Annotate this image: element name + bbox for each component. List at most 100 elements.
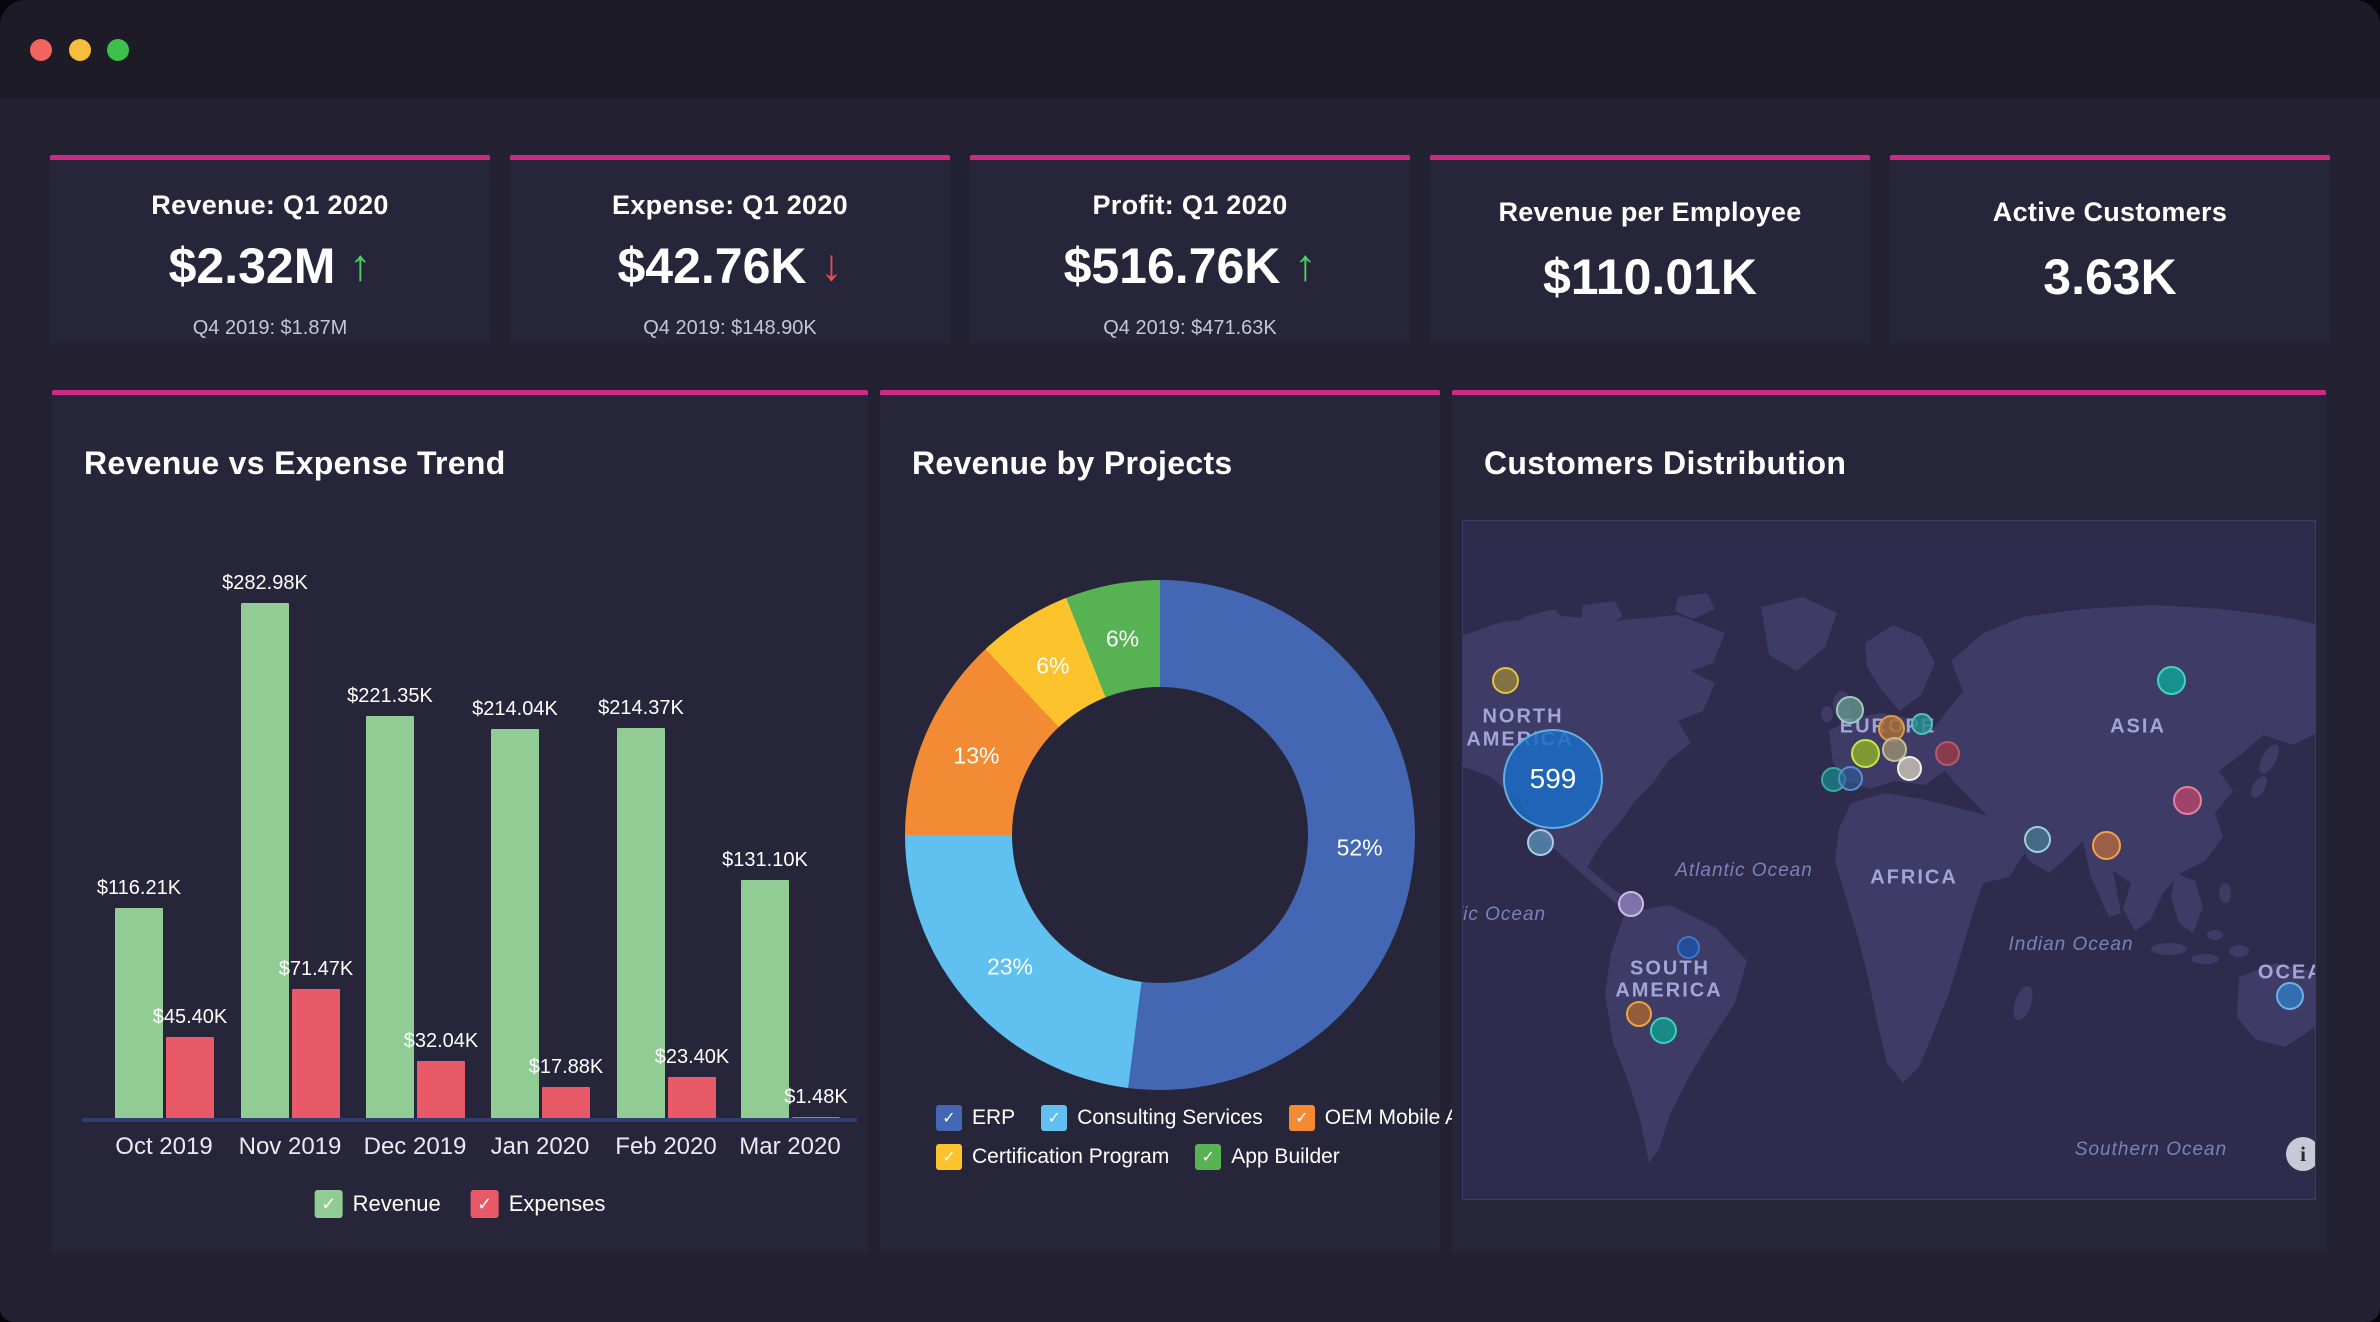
bar-value-label: $45.40K xyxy=(153,1006,228,1029)
bar-value-label: $17.88K xyxy=(529,1056,604,1079)
bar-expenses-2[interactable] xyxy=(417,1061,465,1120)
x-axis-label: Oct 2019 xyxy=(115,1133,212,1161)
customer-bubble-middle-east[interactable] xyxy=(2024,826,2051,853)
continent-label: OCEANIA xyxy=(2258,962,2316,985)
customer-bubble-balkans[interactable] xyxy=(1897,756,1922,781)
kpi-card-active-customers[interactable]: Active Customers 3.63K xyxy=(1890,155,2330,343)
trend-up-icon: ↑ xyxy=(1294,244,1316,288)
customer-bubble-argentina[interactable] xyxy=(1650,1017,1677,1044)
checkbox-icon: ✓ xyxy=(1195,1144,1221,1170)
kpi-subtitle: Q4 2019: $1.87M xyxy=(193,317,348,340)
bar-chart[interactable]: $116.21K $45.40K $282.98K $71.47K $221.35K $3… xyxy=(52,395,868,1120)
world-map[interactable]: NORTHAMERICAEUROPEASIAAFRICASOUTHAMERICA… xyxy=(1462,520,2316,1200)
bar-expenses-1[interactable] xyxy=(292,989,340,1120)
kpi-value: $2.32M xyxy=(169,237,336,295)
legend-label: App Builder xyxy=(1231,1145,1340,1169)
checkbox-icon: ✓ xyxy=(471,1190,499,1218)
trend-up-icon: ↑ xyxy=(349,244,371,288)
bar-value-label: $71.47K xyxy=(279,958,354,981)
close-icon[interactable] xyxy=(30,39,52,61)
bar-revenue-2[interactable] xyxy=(366,716,414,1120)
bar-value-label: $214.37K xyxy=(598,697,684,720)
customer-bubble-uk[interactable] xyxy=(1836,696,1864,724)
bar-value-label: $214.04K xyxy=(472,698,558,721)
donut-percent-label: 52% xyxy=(1337,834,1383,861)
kpi-card-profit[interactable]: Profit: Q1 2020 $516.76K ↑ Q4 2019: $471… xyxy=(970,155,1410,343)
continent-label: AMERICA xyxy=(1615,980,1722,1003)
legend-label: Expenses xyxy=(509,1191,606,1217)
legend-item-app-builder[interactable]: ✓ App Builder xyxy=(1195,1144,1340,1170)
customer-bubble-mexico[interactable] xyxy=(1527,829,1554,856)
world-map-landmasses xyxy=(1463,521,2316,1200)
bar-expenses-0[interactable] xyxy=(166,1037,214,1120)
customer-bubble-colombia[interactable] xyxy=(1618,891,1644,917)
bar-expenses-3[interactable] xyxy=(542,1087,590,1120)
info-icon[interactable]: i xyxy=(2286,1137,2316,1171)
customer-bubble-brazil[interactable] xyxy=(1677,936,1700,959)
checkbox-icon: ✓ xyxy=(315,1190,343,1218)
continent-label: SOUTH xyxy=(1630,958,1710,981)
legend-label: ERP xyxy=(972,1106,1015,1130)
legend-item-consulting-services[interactable]: ✓ Consulting Services xyxy=(1041,1105,1263,1131)
donut-percent-label: 6% xyxy=(1106,625,1139,652)
kpi-value: $516.76K xyxy=(1064,237,1281,295)
x-axis-label: Feb 2020 xyxy=(615,1133,716,1161)
donut-percent-label: 13% xyxy=(953,742,999,769)
customer-bubble-usa[interactable]: 599 xyxy=(1503,729,1603,829)
bar-value-label: $282.98K xyxy=(222,572,308,595)
kpi-row: Revenue: Q1 2020 $2.32M ↑ Q4 2019: $1.87… xyxy=(50,155,2330,343)
donut-percent-label: 23% xyxy=(987,954,1033,981)
x-axis-label: Mar 2020 xyxy=(739,1133,840,1161)
legend-item-revenue[interactable]: ✓ Revenue xyxy=(315,1190,441,1218)
customer-bubble-spain-e[interactable] xyxy=(1838,766,1863,791)
kpi-card-revenue-per-employee[interactable]: Revenue per Employee $110.01K xyxy=(1430,155,1870,343)
donut-legend: ✓ ERP ✓ Consulting Services ✓ OEM Mobile… xyxy=(936,1105,1493,1183)
legend-label: Consulting Services xyxy=(1077,1106,1263,1130)
x-axis-label: Nov 2019 xyxy=(239,1133,342,1161)
ocean-label: Indian Ocean xyxy=(2008,934,2133,956)
customer-bubble-russia[interactable] xyxy=(2157,666,2186,695)
bar-value-label: $23.40K xyxy=(655,1046,730,1069)
kpi-title: Revenue: Q1 2020 xyxy=(151,190,388,221)
checkbox-icon: ✓ xyxy=(1041,1105,1067,1131)
x-axis-label: Jan 2020 xyxy=(491,1133,590,1161)
kpi-card-expense[interactable]: Expense: Q1 2020 $42.76K ↓ Q4 2019: $148… xyxy=(510,155,950,343)
bar-value-label: $1.48K xyxy=(784,1086,847,1109)
panel-customers-distribution: Customers Distribution xyxy=(1452,390,2326,1252)
legend-item-erp[interactable]: ✓ ERP xyxy=(936,1105,1015,1131)
customer-bubble-india[interactable] xyxy=(2092,831,2121,860)
bar-value-label: $131.10K xyxy=(722,849,808,872)
customer-bubble-black-sea[interactable] xyxy=(1935,741,1960,766)
kpi-title: Revenue per Employee xyxy=(1498,197,1801,228)
bar-legend: ✓ Revenue ✓ Expenses xyxy=(315,1190,606,1218)
ocean-label: Pacific Ocean xyxy=(1462,904,1546,926)
bar-expenses-4[interactable] xyxy=(668,1077,716,1120)
customer-bubble-baltic[interactable] xyxy=(1911,713,1933,735)
legend-item-expenses[interactable]: ✓ Expenses xyxy=(471,1190,606,1218)
kpi-title: Profit: Q1 2020 xyxy=(1092,190,1287,221)
bar-value-label: $116.21K xyxy=(97,877,181,900)
legend-item-certification-program[interactable]: ✓ Certification Program xyxy=(936,1144,1169,1170)
maximize-icon[interactable] xyxy=(107,39,129,61)
kpi-title: Active Customers xyxy=(1993,197,2227,228)
kpi-value: 3.63K xyxy=(2043,248,2176,306)
kpi-value: $42.76K xyxy=(617,237,806,295)
customer-bubble-france[interactable] xyxy=(1851,739,1880,768)
minimize-icon[interactable] xyxy=(69,39,91,61)
customer-bubble-argentina-nw[interactable] xyxy=(1626,1001,1652,1027)
panel-revenue-vs-expense: Revenue vs Expense Trend $116.21K$45.40K… xyxy=(52,390,868,1252)
kpi-subtitle: Q4 2019: $148.90K xyxy=(643,317,816,340)
checkbox-icon: ✓ xyxy=(1289,1105,1315,1131)
panel-title: Customers Distribution xyxy=(1484,445,1846,482)
bar-revenue-1[interactable] xyxy=(241,603,289,1120)
bar-value-label: $221.35K xyxy=(347,685,433,708)
customer-bubble-canada[interactable] xyxy=(1492,667,1519,694)
bar-revenue-5[interactable] xyxy=(741,880,789,1120)
dashboard-window: Revenue: Q1 2020 $2.32M ↑ Q4 2019: $1.87… xyxy=(0,0,2380,1322)
continent-label: NORTH xyxy=(1482,706,1563,729)
customer-bubble-china[interactable] xyxy=(2173,786,2202,815)
kpi-card-revenue[interactable]: Revenue: Q1 2020 $2.32M ↑ Q4 2019: $1.87… xyxy=(50,155,490,343)
customer-bubble-australia[interactable] xyxy=(2276,982,2304,1010)
bar-value-label: $32.04K xyxy=(404,1030,479,1053)
x-axis-label: Dec 2019 xyxy=(364,1133,467,1161)
